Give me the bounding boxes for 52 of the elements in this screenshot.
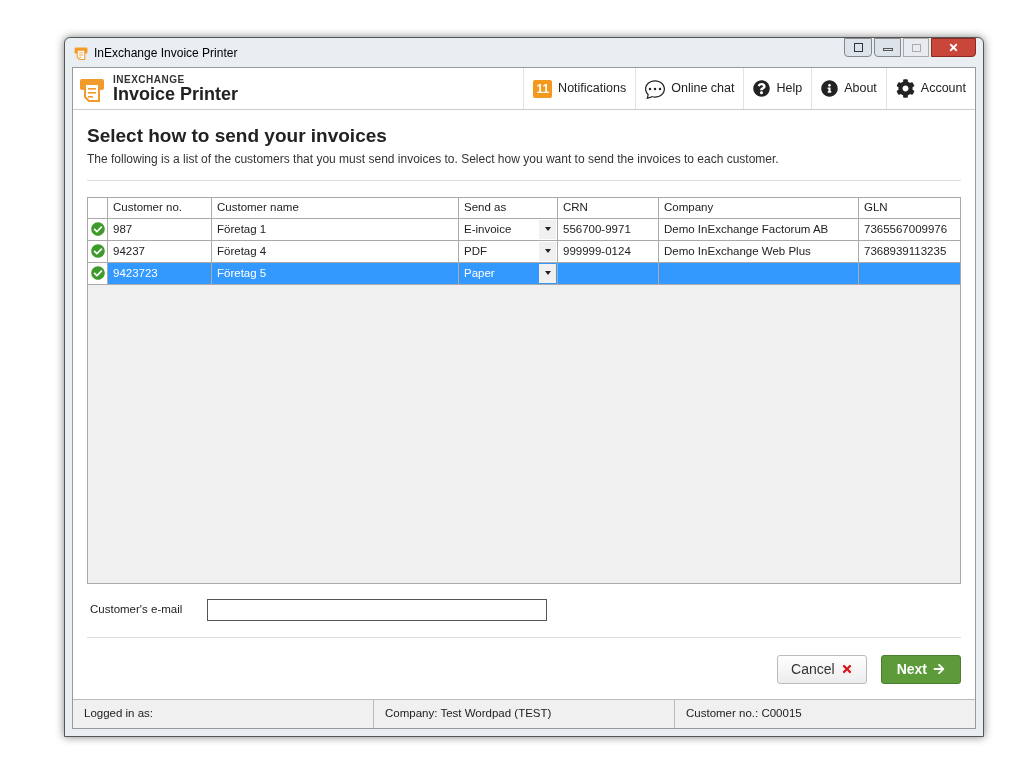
close-button[interactable] bbox=[931, 38, 976, 57]
column-header[interactable]: Send as bbox=[459, 197, 558, 218]
minimize-button[interactable] bbox=[874, 38, 901, 57]
table-cell-text: Företag 5 bbox=[216, 265, 268, 281]
table-cell-text: Företag 1 bbox=[216, 221, 268, 237]
table-cell-text: 9423723 bbox=[112, 265, 159, 281]
nav-button[interactable]: Help bbox=[743, 68, 812, 109]
table-cell-text: 94237 bbox=[112, 243, 146, 259]
column-header[interactable]: Customer name bbox=[212, 197, 459, 218]
page-description: The following is a list of the customers that you must send invoices to. Select how you want to send the invoices to each customer. bbox=[87, 150, 780, 168]
app-name: Invoice Printer bbox=[113, 84, 239, 103]
table-cell-text: Demo InExchange Factorum AB bbox=[663, 221, 830, 237]
arrow-right-icon bbox=[933, 663, 945, 676]
close-icon bbox=[840, 663, 853, 676]
status-text: Logged in as: bbox=[84, 706, 154, 722]
table-cell-text: 999999-0124 bbox=[562, 243, 632, 259]
table-cell-text: 7365567009976 bbox=[863, 221, 949, 237]
nav-button[interactable]: Online chat bbox=[635, 68, 744, 109]
close-icon bbox=[948, 42, 959, 53]
cancel-button[interactable]: Cancel bbox=[777, 654, 867, 684]
nav-button[interactable]: About bbox=[811, 68, 886, 109]
chat-icon bbox=[645, 78, 666, 99]
page-heading: Select how to send your invoices bbox=[87, 124, 388, 148]
column-header[interactable]: GLN bbox=[859, 197, 960, 218]
email-field[interactable] bbox=[207, 598, 547, 621]
status-text: Company: Test Wordpad (TEST) bbox=[385, 706, 552, 722]
brand-label: INEXCHANGE bbox=[113, 74, 186, 85]
notifications-button[interactable]: 11 Notifications bbox=[523, 68, 636, 109]
nav-button[interactable]: Account bbox=[885, 68, 975, 109]
notification-badge: 11 bbox=[533, 79, 553, 98]
table-cell-text: Företag 4 bbox=[216, 243, 268, 259]
table-cell-text: 7368939113235 bbox=[863, 243, 948, 259]
caret-icon bbox=[544, 271, 551, 276]
table-row[interactable]: 987 Företag 1 E-invoice 556700-9971 Demo InExchange Factorum AB 7365567009976 bbox=[88, 218, 960, 241]
table-cell-text: 556700-9971 bbox=[562, 221, 632, 237]
help-icon bbox=[753, 80, 771, 97]
status-text: Customer no.: C00015 bbox=[686, 706, 802, 722]
send-as-dropdown[interactable]: E-invoice bbox=[459, 218, 557, 240]
column-header[interactable]: CRN bbox=[558, 197, 659, 218]
window-title: InExchange Invoice Printer bbox=[94, 44, 238, 62]
caret-icon bbox=[544, 227, 551, 232]
table-cell-text: 987 bbox=[112, 221, 134, 237]
column-header[interactable]: Customer no. bbox=[108, 197, 212, 218]
settings-icon bbox=[895, 79, 915, 98]
email-label: Customer's e-mail bbox=[90, 602, 184, 618]
info-icon bbox=[821, 80, 839, 97]
send-as-dropdown[interactable]: PDF bbox=[459, 240, 557, 262]
printer-logo-icon bbox=[74, 45, 88, 60]
caret-icon bbox=[544, 249, 551, 254]
column-header[interactable]: Company bbox=[659, 197, 859, 218]
table-row[interactable]: 94237 Företag 4 PDF 999999-0124 Demo InExchange Web Plus 7368939113235 bbox=[88, 240, 960, 263]
table-cell-text: Demo InExchange Web Plus bbox=[663, 243, 812, 259]
